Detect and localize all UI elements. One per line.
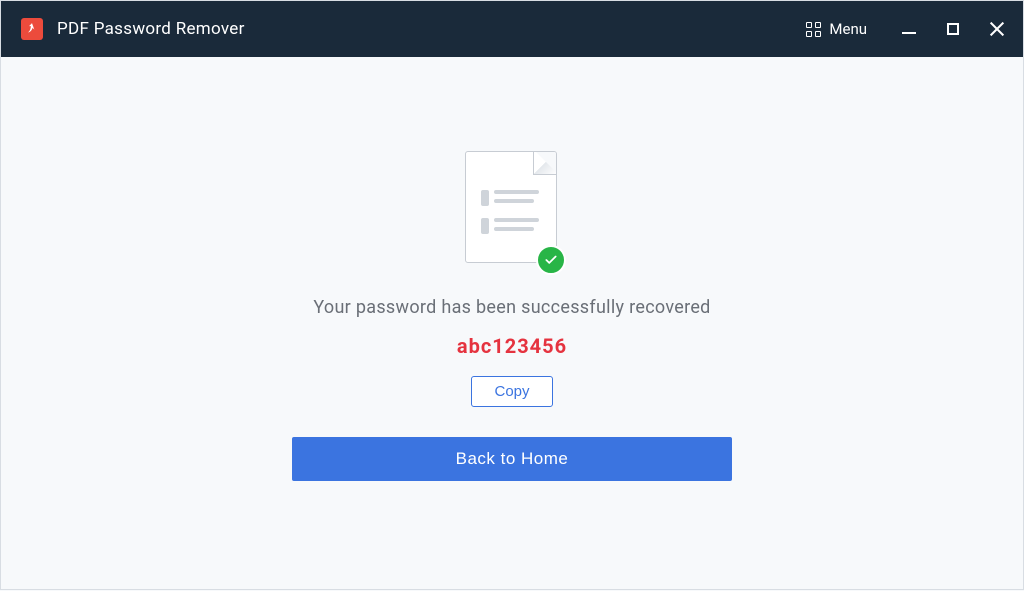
recovered-password: abc123456 <box>457 334 567 358</box>
menu-label: Menu <box>829 20 867 38</box>
checkmark-icon <box>536 245 566 275</box>
maximize-button[interactable] <box>945 21 961 37</box>
success-message: Your password has been successfully reco… <box>313 297 710 318</box>
titlebar: PDF Password Remover Menu <box>1 1 1023 57</box>
minimize-button[interactable] <box>901 21 917 37</box>
menu-button[interactable]: Menu <box>800 16 873 42</box>
close-button[interactable] <box>989 21 1005 37</box>
app-title: PDF Password Remover <box>57 19 245 39</box>
document-success-icon <box>465 151 560 269</box>
main-content: Your password has been successfully reco… <box>1 57 1023 591</box>
copy-button[interactable]: Copy <box>471 376 552 407</box>
window-controls <box>901 21 1005 37</box>
grid-icon <box>806 22 821 37</box>
app-logo-icon <box>21 18 43 40</box>
back-to-home-button[interactable]: Back to Home <box>292 437 732 481</box>
